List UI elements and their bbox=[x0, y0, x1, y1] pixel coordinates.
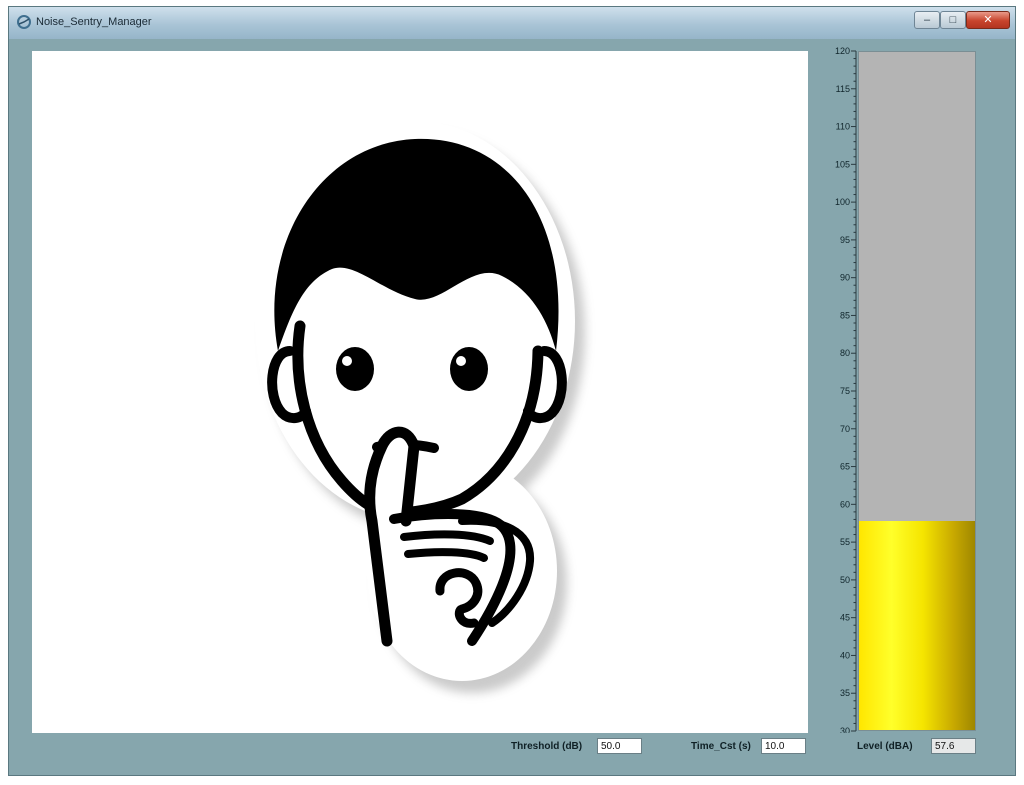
time-constant-label: Time_Cst (s) bbox=[691, 741, 751, 752]
image-display bbox=[32, 51, 808, 733]
scale-tick-label: 120 bbox=[835, 47, 850, 56]
scale-tick-label: 90 bbox=[840, 273, 850, 283]
scale-tick-label: 35 bbox=[840, 688, 850, 698]
hush-face-icon bbox=[255, 121, 585, 693]
level-scale: 30 35 40 45 50 55 60 65 70 75 80 85 90 95 100 105 110 115… bbox=[835, 47, 857, 733]
level-readout bbox=[931, 738, 976, 754]
threshold-label: Threshold (dB) bbox=[511, 741, 583, 752]
title-bar[interactable]: Noise_Sentry_Manager – □ ✕ bbox=[9, 7, 1015, 39]
app-icon bbox=[17, 15, 31, 29]
app-window: Noise_Sentry_Manager – □ ✕ 30 35 40 45 5… bbox=[8, 6, 1016, 776]
threshold-input[interactable] bbox=[597, 738, 642, 754]
close-button[interactable]: ✕ bbox=[966, 11, 1010, 29]
scale-tick-label: 50 bbox=[840, 575, 850, 585]
minimize-button[interactable]: – bbox=[914, 11, 940, 29]
scale-tick-label: 75 bbox=[840, 386, 850, 396]
scale-tick-label: 80 bbox=[840, 348, 850, 358]
scale-tick-label: 30 bbox=[840, 726, 850, 733]
level-gauge bbox=[858, 51, 976, 731]
scale-tick-label: 55 bbox=[840, 537, 850, 547]
time-constant-input[interactable] bbox=[761, 738, 806, 754]
scale-tick-label: 40 bbox=[840, 650, 850, 660]
scale-tick-label: 100 bbox=[835, 197, 850, 207]
scale-tick-label: 70 bbox=[840, 424, 850, 434]
scale-tick-label: 105 bbox=[835, 159, 850, 169]
level-gauge-fill bbox=[859, 521, 975, 730]
level-label: Level (dBA) bbox=[857, 741, 913, 752]
scale-tick-label: 85 bbox=[840, 310, 850, 320]
window-title: Noise_Sentry_Manager bbox=[36, 16, 152, 28]
scale-tick-label: 65 bbox=[840, 462, 850, 472]
scale-tick-label: 45 bbox=[840, 613, 850, 623]
scale-tick-label: 95 bbox=[840, 235, 850, 245]
maximize-button[interactable]: □ bbox=[940, 11, 966, 29]
scale-tick-label: 115 bbox=[836, 84, 850, 94]
scale-tick-label: 110 bbox=[836, 122, 850, 132]
scale-tick-label: 60 bbox=[840, 499, 850, 509]
